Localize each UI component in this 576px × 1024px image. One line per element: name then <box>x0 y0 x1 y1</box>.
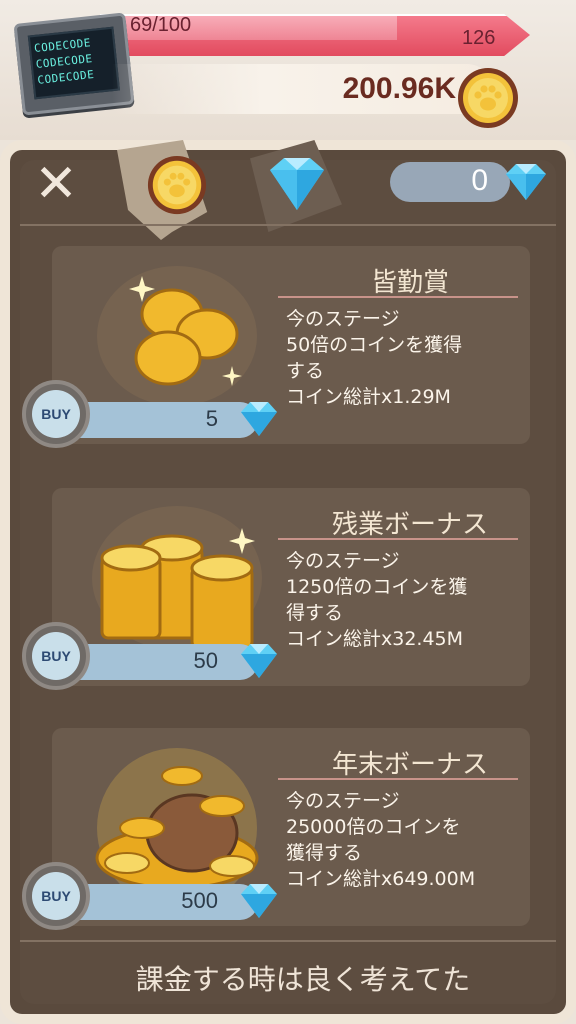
diamond-icon <box>241 644 277 678</box>
item-desc-line: する <box>286 360 325 382</box>
stage-level: 126 <box>462 27 496 49</box>
close-button[interactable]: ✕ <box>28 156 84 212</box>
diamond-icon <box>241 884 277 918</box>
item-desc-line: コイン総計x1.29M <box>286 386 451 408</box>
buy-label: BUY <box>41 888 71 904</box>
item-price: 5 <box>205 406 218 431</box>
item-desc-line: 獲得する <box>286 842 363 864</box>
item-title: 残業ボーナス <box>331 510 488 540</box>
buy-button[interactable]: BUY <box>22 622 90 690</box>
buy-button[interactable]: BUY <box>22 862 90 930</box>
stage-progress-text: 69/100 <box>130 14 192 36</box>
buy-label: BUY <box>41 406 71 422</box>
item-price: 50 <box>193 648 218 673</box>
paw-coin-icon <box>458 68 518 128</box>
coin-total: 200.96K <box>342 72 456 105</box>
item-desc-line: 50倍のコインを獲得 <box>286 334 463 356</box>
diamond-icon <box>270 158 324 210</box>
coin-stack-icon <box>92 506 262 650</box>
item-desc-line: 今のステージ <box>286 550 400 572</box>
buy-button-face: BUY <box>32 632 80 680</box>
gem-count: 0 <box>471 164 488 197</box>
item-description: 今のステージ 1250倍のコインを獲 得する コイン総計x32.45M <box>286 548 530 652</box>
item-desc-line: コイン総計x32.45M <box>286 628 464 650</box>
item-title: 皆勤賞 <box>370 268 449 298</box>
item-title: 年末ボーナス <box>331 750 488 780</box>
item-desc-line: 1250倍のコインを獲 <box>286 576 468 598</box>
paw-coin-icon <box>147 155 207 215</box>
buy-button[interactable]: BUY <box>22 380 90 448</box>
close-icon: ✕ <box>34 154 78 214</box>
buy-button-face: BUY <box>32 390 80 438</box>
divider <box>20 940 556 942</box>
top-hud: 69/100 126 CODECODE CODECODE CODECODE 20… <box>0 0 576 140</box>
item-price: 500 <box>181 888 218 913</box>
tab-gem-shop[interactable] <box>252 140 342 232</box>
coin-pile-small-icon <box>97 266 257 406</box>
footer-message: 課金する時は良く考えてた <box>135 963 471 996</box>
diamond-icon <box>506 164 546 200</box>
item-desc-line: 得する <box>286 602 344 624</box>
buy-label: BUY <box>41 648 71 664</box>
buy-price-bar[interactable]: 500 <box>62 884 258 920</box>
item-description: 今のステージ 25000倍のコインを 獲得する コイン総計x649.00M <box>286 788 530 892</box>
item-desc-line: 25000倍のコインを <box>286 816 461 838</box>
item-desc-line: 今のステージ <box>286 308 400 330</box>
coin-sack-icon <box>95 748 259 898</box>
item-desc-line: コイン総計x649.00M <box>286 868 476 890</box>
buy-price-bar[interactable]: 50 <box>62 644 258 680</box>
item-desc-line: 今のステージ <box>286 790 400 812</box>
chip-screen: CODECODE CODECODE CODECODE <box>27 26 121 100</box>
buy-button-face: BUY <box>32 872 80 920</box>
divider <box>20 224 556 226</box>
item-description: 今のステージ 50倍のコインを獲得 する コイン総計x1.29M <box>286 306 530 410</box>
diamond-icon <box>241 402 277 436</box>
buy-price-bar[interactable]: 5 <box>62 402 258 438</box>
